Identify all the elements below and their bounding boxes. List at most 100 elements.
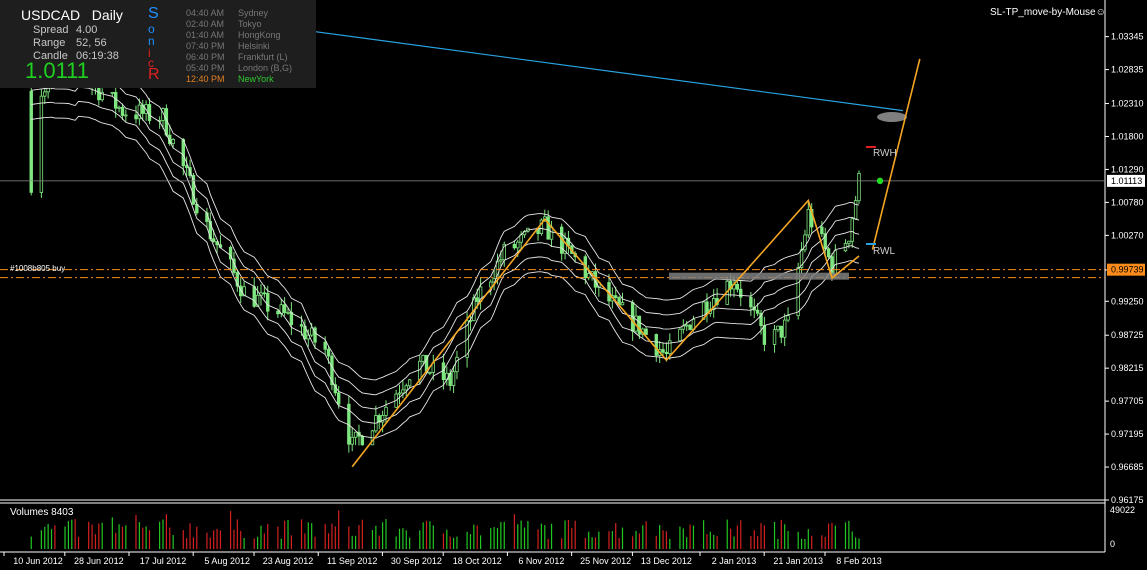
range-value: 52, 56: [76, 37, 107, 49]
date-tick-label: 30 Sep 2012: [391, 556, 442, 566]
candle-body: [499, 259, 503, 262]
candle-body: [684, 324, 689, 327]
candle-body: [833, 250, 838, 275]
candle-body: [546, 216, 550, 240]
rwh-label: RWH: [873, 148, 897, 159]
candle-body: [384, 406, 388, 416]
price-tick-label: 0.98215: [1111, 363, 1144, 373]
date-tick-label: 11 Sep 2012: [327, 556, 377, 566]
candle-body: [282, 304, 287, 314]
candle-body: [171, 139, 175, 144]
candle-body: [451, 371, 456, 386]
candle-body: [124, 114, 128, 117]
candle-body: [857, 172, 861, 202]
price-tick-label: 0.97705: [1111, 396, 1144, 406]
date-tick-label: 28 Jun 2012: [74, 556, 124, 566]
price-tick-label: 1.03345: [1111, 32, 1144, 42]
candle-body: [620, 302, 625, 306]
candle-body: [654, 334, 658, 356]
price-tick-label: 1.00780: [1111, 197, 1144, 207]
date-tick-label: 13 Dec 2012: [641, 556, 692, 566]
candle-body: [428, 371, 432, 374]
candle-body: [397, 392, 402, 395]
candle-body: [644, 328, 648, 335]
date-tick-label: 5 Aug 2012: [204, 556, 250, 566]
price-tick-label: 1.01290: [1111, 164, 1144, 174]
session-time: 06:40 PM: [186, 52, 225, 62]
session-time: 01:40 AM: [186, 30, 225, 40]
session-city: NewYork: [238, 74, 274, 84]
candle-body: [309, 327, 314, 336]
candle-body: [211, 238, 216, 242]
candle-body: [475, 297, 479, 303]
smiley-icon: ☺: [1095, 7, 1106, 18]
candle-body: [688, 324, 692, 330]
date-tick-label: 23 Aug 2012: [263, 556, 314, 566]
candle-body: [614, 295, 618, 299]
candle-body: [114, 92, 118, 109]
candle-body: [735, 283, 740, 290]
candle-body: [350, 436, 354, 445]
range-label: Range: [33, 37, 66, 49]
price-tick-label: 1.02835: [1111, 65, 1144, 75]
session-time: 07:40 PM: [186, 41, 225, 51]
bid-price: 1.0111: [25, 58, 90, 83]
session-city: London (B,G): [238, 63, 293, 73]
sonic-letter: R: [148, 66, 160, 83]
candle-body: [353, 431, 358, 438]
candle-body: [110, 92, 115, 94]
candle-body: [181, 139, 185, 167]
candle-body: [117, 106, 121, 109]
candle-body: [847, 240, 851, 244]
price-tick-label: 1.01800: [1111, 131, 1144, 141]
session-time: 02:40 AM: [186, 19, 225, 29]
candle-body: [323, 341, 327, 350]
date-tick-label: 21 Jan 2013: [773, 556, 823, 566]
order-label[interactable]: #1008b805 buy: [10, 264, 65, 273]
rwl-label: RWL: [873, 246, 895, 257]
candle-body: [776, 325, 780, 331]
candle-body: [782, 319, 787, 338]
candle-body: [678, 328, 682, 342]
candle-body: [762, 325, 767, 345]
candle-body: [299, 324, 304, 327]
session-city: Helsinki: [238, 41, 270, 51]
spread-label: Spread: [33, 24, 69, 36]
candle-body: [749, 296, 753, 308]
trend-line-anchor: [877, 112, 907, 122]
candle-body: [326, 348, 331, 357]
date-tick-label: 6 Nov 2012: [518, 556, 564, 566]
session-city: Frankfurt (L): [238, 52, 288, 62]
date-tick-label: 18 Oct 2012: [453, 556, 502, 566]
session-time: 12:40 PM: [186, 74, 225, 84]
price-tick-label: 0.96685: [1111, 462, 1144, 472]
date-tick-label: 2 Jan 2013: [712, 556, 757, 566]
date-tick-label: 10 Jun 2012: [13, 556, 63, 566]
candle-body: [360, 435, 365, 446]
current-price-label: 1.01113: [1111, 176, 1142, 186]
candle-body: [39, 95, 44, 193]
candle-body: [147, 104, 152, 121]
candle-body: [313, 327, 317, 343]
candle-body: [779, 325, 783, 338]
candle-body: [134, 114, 138, 120]
candle-body: [739, 288, 743, 298]
candle-body: [276, 310, 280, 315]
price-tick-label: 0.99250: [1111, 296, 1144, 306]
price-axis: 1.03345 1.02835 1.02310 1.01800 1.01290 1.007…: [1105, 32, 1145, 505]
spread-value: 4.00: [76, 24, 98, 36]
current-price-dot: [876, 177, 884, 185]
candle-body: [455, 356, 459, 373]
support-zone: [669, 272, 849, 280]
price-tick-label: 1.02310: [1111, 99, 1144, 109]
candle-body: [705, 301, 709, 314]
candle-body: [421, 354, 425, 362]
order-price-label: 0.99739: [1111, 265, 1144, 275]
candle-body: [289, 311, 294, 326]
volume-zero-label: 0: [1110, 539, 1116, 549]
sonic-letter: S: [148, 5, 159, 22]
session-time: 05:40 PM: [186, 63, 225, 73]
price-tick-label: 0.98725: [1111, 330, 1144, 340]
candle-body: [120, 106, 125, 116]
price-tick-label: 1.00270: [1111, 230, 1144, 240]
